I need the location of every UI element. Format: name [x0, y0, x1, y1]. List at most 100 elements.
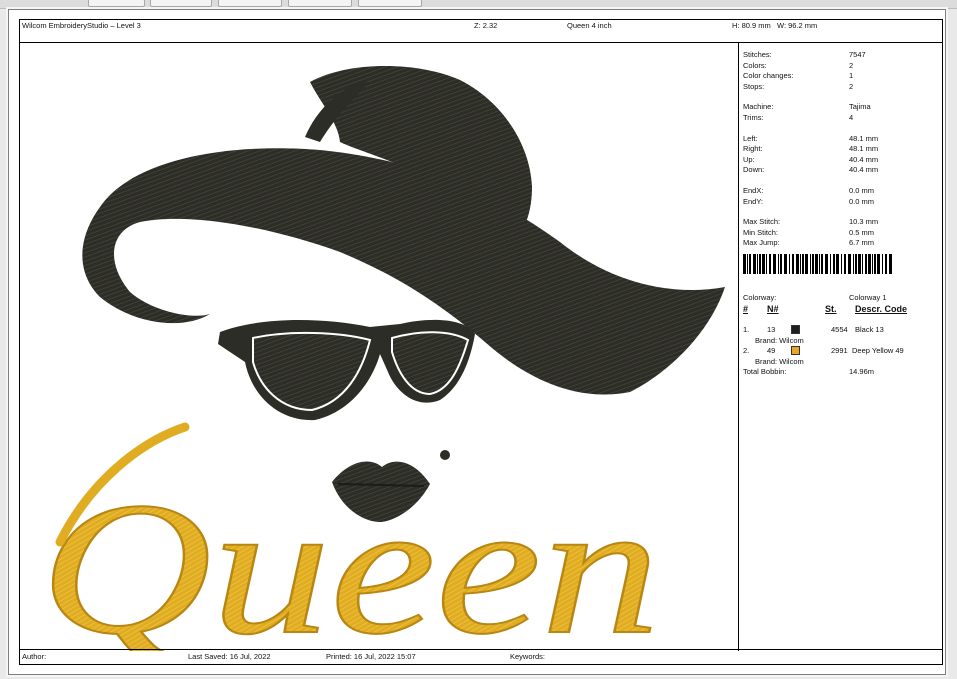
design-info-panel: Stitches: 7547 Colors: 2 Color changes: 1 Stop… — [738, 42, 945, 651]
embroidery-artwork: Queen — [39, 66, 726, 651]
barcode-bar — [882, 254, 883, 274]
barcode-bar — [865, 254, 867, 274]
color-swatch — [791, 325, 800, 334]
barcode-bar — [833, 254, 835, 274]
barcode-bar — [862, 254, 863, 274]
stat-row: Right: 48.1 mm — [743, 144, 943, 154]
barcode-bar — [789, 254, 790, 274]
worksheet-footer: Author: Last Saved: 16 Jul, 2022 Printed… — [20, 649, 942, 664]
stat-value: 2 — [849, 60, 854, 70]
total-bobbin-value: 14.96m — [849, 367, 875, 376]
design-preview: Queen — [20, 42, 738, 651]
barcode-bar — [778, 254, 779, 274]
color-row-stitches: 4554 — [831, 325, 848, 334]
barcode-bar — [805, 254, 808, 274]
col-header-n: N# — [767, 304, 779, 314]
stat-label: Min Stitch: — [743, 227, 779, 237]
barcode-bar — [821, 254, 823, 274]
zoom-level: Z: 2.32 — [474, 21, 498, 30]
color-row-descr: Deep Yellow 49 — [852, 346, 904, 355]
stat-label: Trims: — [743, 113, 764, 122]
stat-label: Color changes: — [743, 71, 794, 81]
total-bobbin-label: Total Bobbin: — [743, 367, 787, 376]
app-title: Wilcom EmbroideryStudio – Level 3 — [22, 21, 141, 30]
stat-value: 2 — [849, 81, 854, 91]
barcode-bar — [858, 254, 861, 274]
stat-label: EndY: — [743, 196, 764, 206]
barcode-bar — [769, 254, 771, 274]
barcode-bar — [885, 254, 887, 274]
toolbar-button[interactable] — [150, 0, 212, 7]
author-label: Author: — [22, 652, 47, 661]
col-header-stitches: St. — [825, 304, 837, 314]
stat-row: Machine: Tajima — [743, 102, 943, 112]
stat-row: Stops: 2 — [743, 82, 943, 92]
barcode — [743, 254, 892, 274]
stat-value: 6.7 mm — [849, 238, 875, 248]
stat-row: EndX: 0.0 mm — [743, 186, 943, 196]
barcode-bar — [792, 254, 794, 274]
toolbar-button[interactable] — [358, 0, 422, 7]
barcode-bar — [825, 254, 828, 274]
beauty-mark — [440, 450, 450, 460]
toolbar-strip — [0, 0, 957, 9]
color-swatch — [791, 346, 800, 355]
barcode-bar — [749, 254, 751, 274]
barcode-bar — [747, 254, 748, 274]
stat-row: Stitches: 7547 — [743, 50, 943, 60]
color-row-brand: Brand: Wilcom — [755, 336, 804, 345]
barcode-bar — [874, 254, 876, 274]
barcode-bar — [889, 254, 892, 274]
barcode-bar — [753, 254, 756, 274]
keywords-label: Keywords: — [510, 652, 546, 661]
barcode-bar — [812, 254, 814, 274]
stat-value: 0.0 mm — [849, 186, 875, 195]
stat-label: Max Stitch: — [743, 217, 781, 227]
stat-label: Max Jump: — [743, 238, 780, 248]
barcode-bar — [773, 254, 776, 274]
barcode-bar — [815, 254, 818, 274]
colorway-row: Colorway: Colorway 1 — [743, 293, 943, 303]
color-row-index: 2. — [743, 346, 750, 355]
color-row-descr: Black 13 — [855, 325, 884, 334]
barcode-bar — [836, 254, 839, 274]
printed-date: Printed: 16 Jul, 2022 15:07 — [326, 652, 416, 661]
stat-label: Left: — [743, 133, 758, 143]
barcode-bar — [766, 254, 767, 274]
barcode-bar — [848, 254, 851, 274]
barcode-bar — [762, 254, 765, 274]
barcode-bar — [800, 254, 801, 274]
toolbar-button[interactable] — [218, 0, 282, 7]
barcode-bar — [796, 254, 799, 274]
barcode-bar — [810, 254, 811, 274]
stat-row: EndY: 0.0 mm — [743, 197, 943, 207]
stat-value: 1 — [849, 71, 854, 81]
design-lettering: Queen — [40, 464, 660, 651]
toolbar-button[interactable] — [88, 0, 145, 7]
stat-label: Machine: — [743, 102, 774, 112]
barcode-bar — [757, 254, 758, 274]
barcode-bar — [743, 254, 746, 274]
toolbar-button[interactable] — [288, 0, 352, 7]
stat-value: 48.1 mm — [849, 133, 879, 143]
col-header-descr: Descr. Code — [855, 304, 908, 314]
colorway-label: Colorway: — [743, 293, 777, 302]
stat-row: Min Stitch: 0.5 mm — [743, 228, 943, 238]
stat-label: Down: — [743, 165, 765, 175]
barcode-bar — [802, 254, 804, 274]
print-preview-sheet: Wilcom EmbroideryStudio – Level 3 Z: 2.3… — [8, 9, 946, 675]
colorway-value: Colorway 1 — [849, 293, 887, 302]
barcode-bar — [759, 254, 761, 274]
last-saved: Last Saved: 16 Jul, 2022 — [188, 652, 271, 661]
stat-label: Right: — [743, 144, 763, 154]
barcode-bar — [853, 254, 854, 274]
stat-row: Max Stitch: 10.3 mm — [743, 217, 943, 227]
stat-value: 48.1 mm — [849, 144, 879, 154]
stat-label: EndX: — [743, 186, 764, 195]
stat-row: Left: 48.1 mm — [743, 134, 943, 144]
stat-label: Stops: — [743, 81, 765, 91]
worksheet-frame: Wilcom EmbroideryStudio – Level 3 Z: 2.3… — [19, 19, 943, 665]
barcode-bar — [877, 254, 880, 274]
stat-value: Tajima — [849, 102, 871, 112]
col-header-index: # — [743, 304, 749, 314]
